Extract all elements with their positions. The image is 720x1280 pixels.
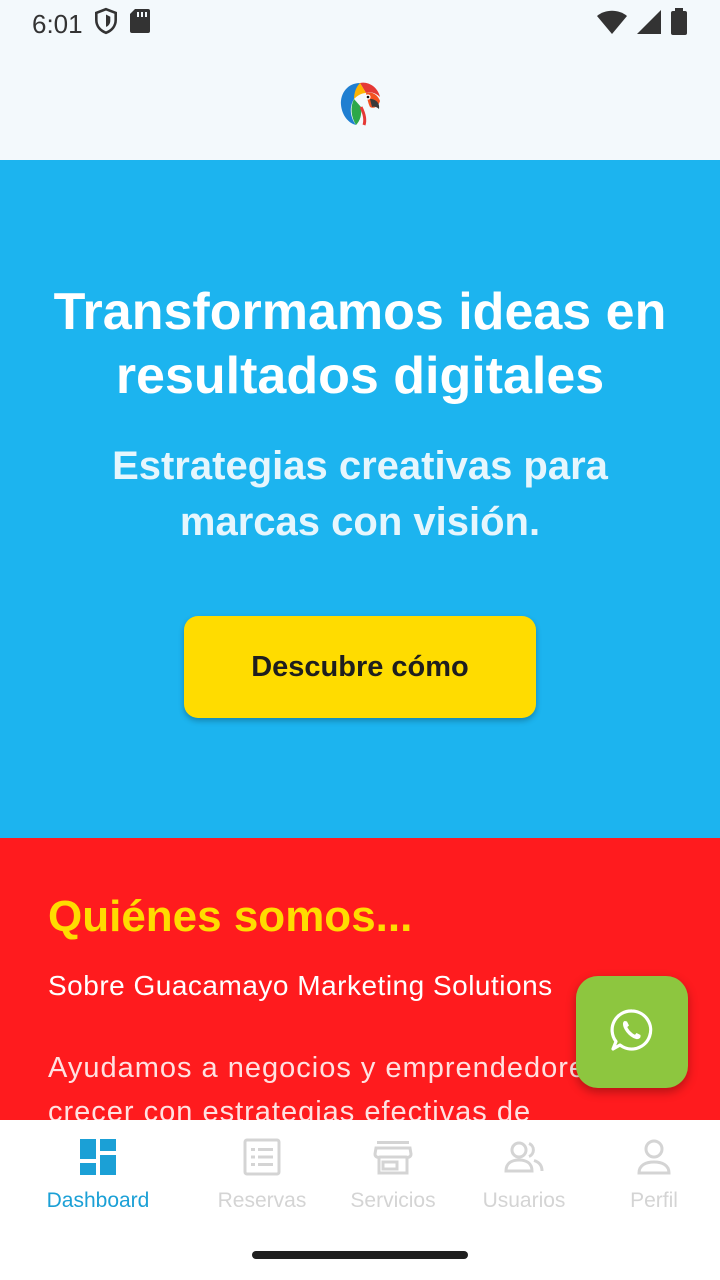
nav-label-reservas: Reservas [217, 1189, 307, 1212]
hero-subtitle: Estrategias creativas para marcas con vi… [112, 444, 608, 544]
whatsapp-button[interactable] [576, 976, 688, 1088]
home-gesture-bar[interactable] [252, 1251, 468, 1259]
guacamayo-parrot-logo[interactable] [336, 77, 384, 132]
about-subtitle: Sobre Guacamayo Marketing Solutions [48, 970, 553, 1001]
about-title: Quiénes somos... [48, 892, 413, 941]
sd-card-icon [129, 8, 151, 41]
nav-label-dashboard: Dashboard [46, 1189, 150, 1212]
person-icon [634, 1137, 674, 1183]
nav-item-dashboard[interactable]: Dashboard [18, 1120, 178, 1230]
dashboard-icon [78, 1137, 118, 1183]
status-bar: 6:01 [0, 0, 720, 48]
status-time: 6:01 [32, 8, 83, 39]
nav-item-perfil[interactable]: Perfil [590, 1120, 718, 1230]
battery-icon [670, 7, 688, 41]
nav-label-servicios: Servicios [350, 1189, 436, 1212]
nav-item-usuarios[interactable]: Usuarios [458, 1120, 590, 1230]
list-icon [242, 1137, 282, 1183]
hero-title: Transformamos ideas en resultados digita… [53, 283, 667, 405]
hero-section: Transformamos ideas en resultados digita… [0, 160, 720, 838]
store-icon [373, 1137, 413, 1183]
nav-item-reservas[interactable]: Reservas [196, 1120, 328, 1230]
users-icon [504, 1137, 544, 1183]
bottom-navigation: Dashboard Reservas Servicios Usuarios Pe… [0, 1120, 720, 1230]
gesture-navigation-area [0, 1230, 720, 1280]
nav-label-perfil: Perfil [630, 1189, 678, 1212]
cellular-signal-icon [636, 9, 662, 40]
whatsapp-icon [609, 1007, 655, 1058]
discover-how-button[interactable]: Descubre cómo [184, 616, 536, 718]
nav-item-servicios[interactable]: Servicios [328, 1120, 458, 1230]
nav-label-usuarios: Usuarios [482, 1189, 566, 1212]
shield-icon [93, 7, 119, 42]
about-body: Ayudamos a negocios y emprendedores a cr… [48, 1052, 628, 1120]
app-header [0, 48, 720, 160]
wifi-icon [596, 9, 628, 40]
